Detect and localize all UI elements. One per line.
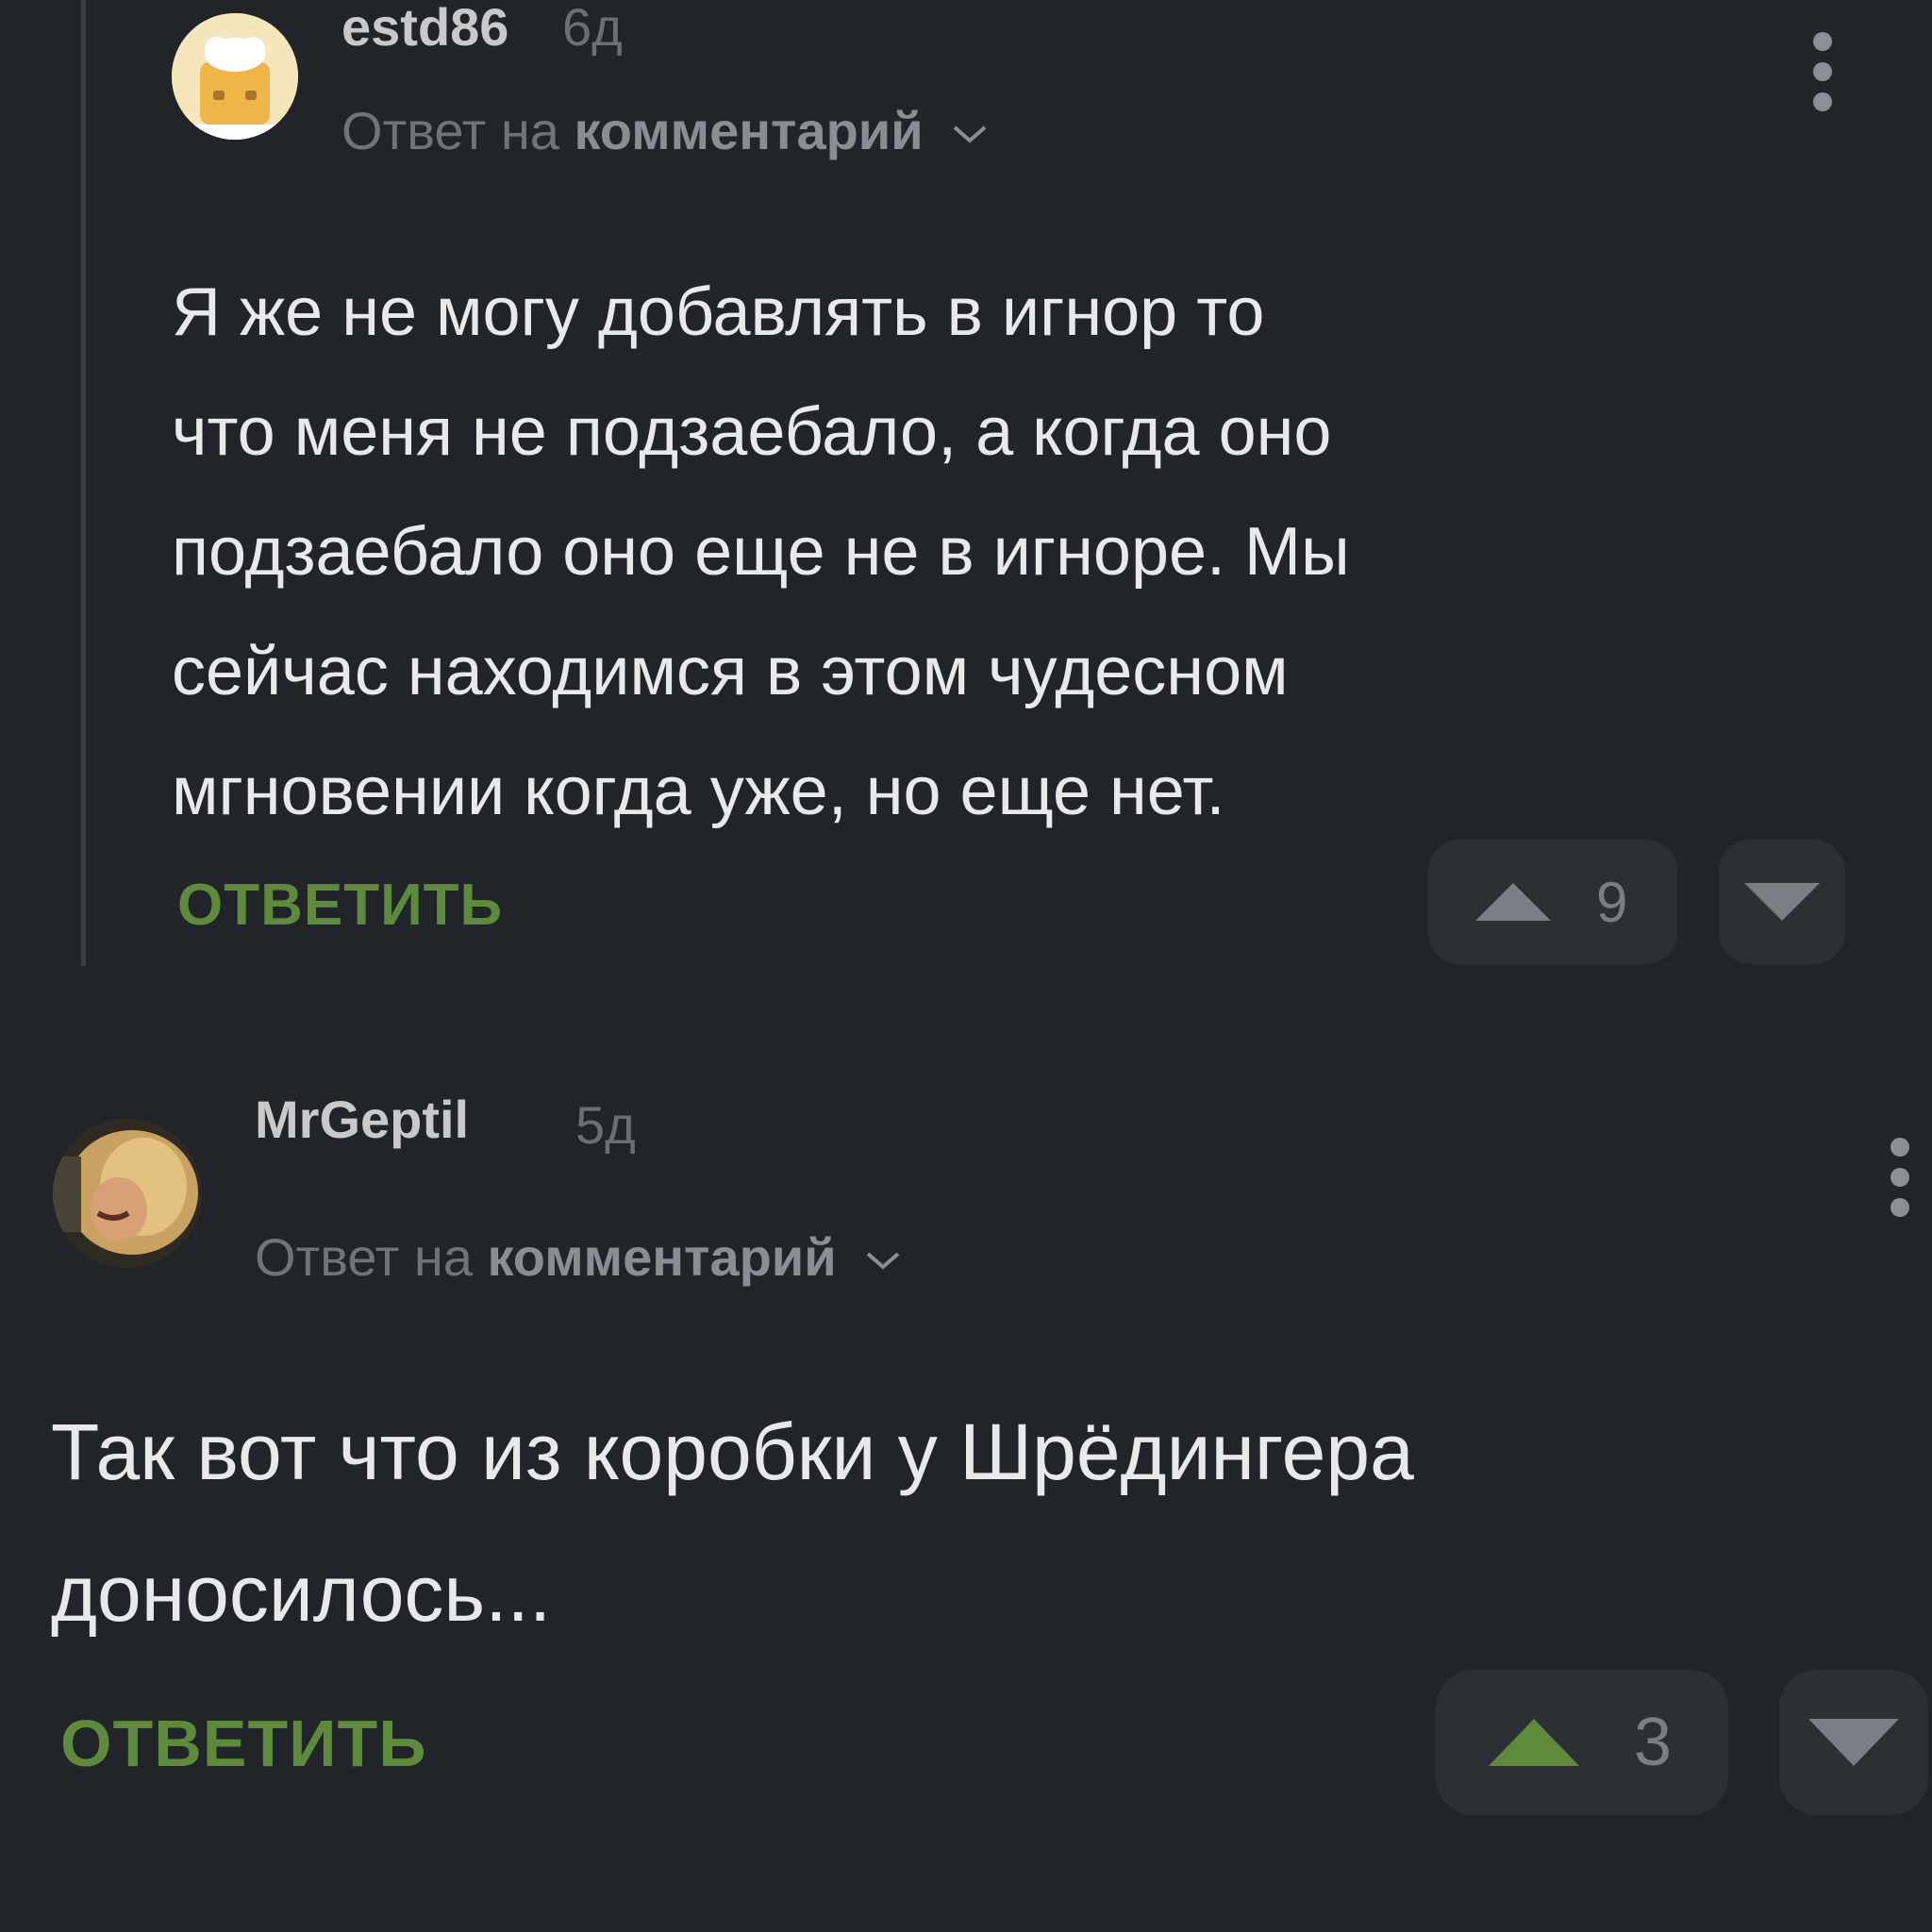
comment-text: Так вот что из коробки у Шрёдингера доно…: [51, 1381, 1414, 1664]
username[interactable]: estd86: [341, 0, 508, 58]
reply-to-line: Ответ на комментарий: [341, 100, 989, 161]
triangle-down-icon: [1744, 883, 1820, 921]
comment-text-line: сейчас находимся в этом чудесном: [172, 634, 1289, 709]
chevron-down-icon[interactable]: [864, 1250, 902, 1273]
username[interactable]: MrGeptil: [255, 1089, 469, 1150]
comment-text: Я же не могу добавлять в игнор то что ме…: [172, 253, 1350, 852]
avatar-chef-image: [172, 13, 298, 140]
comment-text-line: доносилось...: [51, 1549, 552, 1638]
reply-to-comment-link[interactable]: комментарий: [574, 101, 923, 160]
more-vertical-icon[interactable]: [1890, 1138, 1909, 1228]
avatar[interactable]: [172, 13, 298, 140]
comment-text-line: подзаебало оно еще не в игноре. Мы: [172, 514, 1350, 590]
reply-button[interactable]: ОТВЕТИТЬ: [177, 872, 503, 939]
chevron-down-icon[interactable]: [951, 124, 989, 146]
comment-text-line: Так вот что из коробки у Шрёдингера: [51, 1407, 1414, 1496]
rating-count: 9: [1596, 871, 1628, 934]
comment-text-line: Я же не могу добавлять в игнор то: [172, 275, 1265, 350]
upvote-button[interactable]: 3: [1436, 1670, 1728, 1815]
reply-to-comment-link[interactable]: комментарий: [487, 1227, 836, 1287]
more-vertical-icon[interactable]: [1813, 32, 1832, 123]
rating-count: 3: [1634, 1705, 1673, 1780]
comments-page: estd86 6д Ответ на комментарий Я же не м…: [0, 0, 1932, 1932]
reply-to-prefix: Ответ на: [255, 1227, 473, 1287]
comment-text-line: что меня не подзаебало, а когда оно: [172, 394, 1332, 470]
comment-text-line: мгновении когда уже, но еще нет.: [172, 754, 1225, 829]
triangle-up-icon: [1489, 1719, 1579, 1766]
avatar[interactable]: [53, 1119, 202, 1268]
triangle-down-icon: [1808, 1719, 1899, 1766]
reply-to-line: Ответ на комментарий: [255, 1226, 902, 1288]
triangle-up-icon: [1475, 883, 1551, 921]
comment-mrgeptil: MrGeptil 5д Ответ на комментарий Так вот…: [0, 966, 1932, 1932]
upvote-button[interactable]: 9: [1428, 840, 1677, 964]
downvote-button[interactable]: [1719, 840, 1845, 964]
reply-button[interactable]: ОТВЕТИТЬ: [60, 1706, 427, 1781]
downvote-button[interactable]: [1779, 1670, 1928, 1815]
comment-estd86: estd86 6д Ответ на комментарий Я же не м…: [0, 0, 1932, 966]
avatar-photo-image: [53, 1119, 202, 1268]
comment-age: 6д: [562, 0, 623, 57]
comment-age: 5д: [575, 1095, 636, 1155]
reply-to-prefix: Ответ на: [341, 101, 559, 160]
